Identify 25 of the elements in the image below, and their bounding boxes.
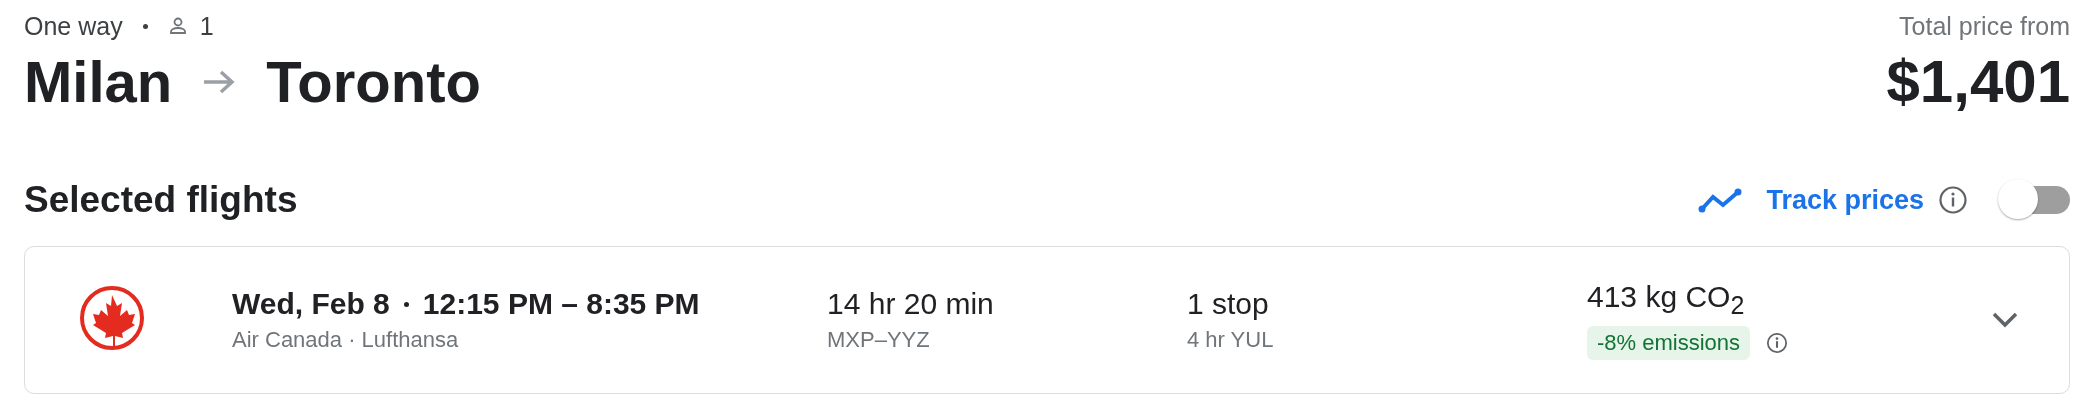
info-icon[interactable] [1938, 185, 1968, 215]
flight-date: Wed, Feb 8 [232, 287, 390, 321]
layover-info: 4 hr YUL [1187, 327, 1275, 353]
price-label: Total price from [1898, 12, 2070, 41]
flight-times: 12:15 PM – 8:35 PM [422, 287, 700, 321]
emissions-amount: 413 kg CO$_{2}$ [1587, 280, 1746, 320]
section-title: Selected flights [24, 179, 298, 221]
arrow-icon [202, 68, 237, 95]
stop-count: 1 stop [1187, 287, 1270, 321]
person-icon [167, 16, 188, 36]
separator-dot [403, 301, 409, 307]
emissions-badge: -8% emissions [1587, 326, 1751, 360]
passenger-count: 1 [199, 11, 214, 41]
info-icon[interactable] [1766, 332, 1789, 354]
origin-city: Milan [24, 48, 173, 115]
destination-city: Toronto [266, 48, 481, 115]
airport-codes: MXP–YYZ [827, 327, 931, 353]
flight-card[interactable]: Wed, Feb 8 12:15 PM – 8:35 PM Air Canada · Lufthansa 14 hr 20 min MXP–YYZ 1 stop 4 hr YUL 413 kg CO$_{2}$ -8% emissions [24, 246, 2070, 394]
separator-dot [142, 23, 148, 29]
airline-names: Air Canada · Lufthansa [232, 327, 460, 353]
flight-duration: 14 hr 20 min [827, 287, 995, 321]
total-price: $1,401 [1886, 47, 2070, 116]
trip-type: One way [24, 11, 123, 41]
track-prices-link[interactable]: Track prices [1766, 184, 1924, 216]
chevron-icon[interactable] [1991, 311, 2019, 329]
